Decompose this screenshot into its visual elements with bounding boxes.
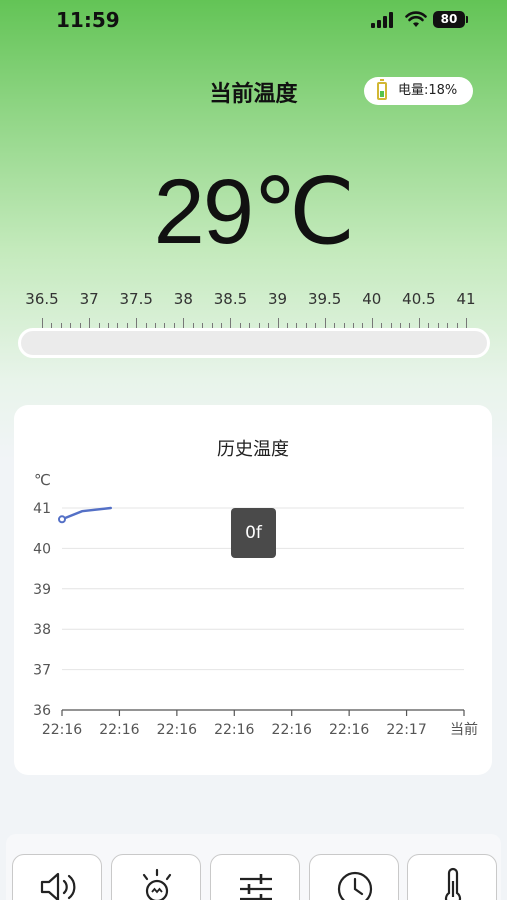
scale-label: 39.5 xyxy=(307,290,342,308)
scale-tick xyxy=(466,318,467,328)
y-tick-label: 37 xyxy=(33,663,51,679)
y-tick-label: 41 xyxy=(33,501,51,517)
y-tick-label: 38 xyxy=(33,622,51,638)
power-label: 电量:18% xyxy=(398,83,458,98)
x-tick-label: 22:16 xyxy=(214,722,254,738)
x-tick-label: 22:16 xyxy=(42,722,82,738)
scale-tick xyxy=(230,318,232,328)
scale-label: 38.5 xyxy=(213,290,248,308)
y-tick-label: 40 xyxy=(33,541,51,557)
light-button[interactable] xyxy=(111,854,201,900)
battery-icon: 80 xyxy=(433,11,468,28)
scale-tick xyxy=(371,318,373,328)
wifi-icon xyxy=(405,11,427,27)
y-axis-unit: ℃ xyxy=(34,471,51,489)
history-chart[interactable]: ℃ 36 37 38 39 40 41 22:16 22:16 22:16 22:16 22:16 22… xyxy=(14,405,492,775)
device-battery-icon xyxy=(377,79,387,100)
temperature-progress-bar xyxy=(18,328,490,358)
scale-tick xyxy=(324,318,326,328)
scale-label: 37.5 xyxy=(119,290,153,308)
clock-icon xyxy=(337,871,373,900)
scale-label: 40.5 xyxy=(402,290,436,308)
scale-label: 39 xyxy=(268,290,288,308)
temperature-button[interactable] xyxy=(407,854,497,900)
status-time: 11:59 xyxy=(56,8,120,32)
scale-tick xyxy=(418,318,420,328)
scale-label: 41 xyxy=(456,290,476,308)
scale-tick xyxy=(277,318,279,328)
sound-button[interactable] xyxy=(12,854,102,900)
scale-label: 38 xyxy=(173,290,193,308)
x-tick-label: 22:16 xyxy=(329,722,369,738)
bottom-toolbar xyxy=(6,834,501,900)
power-badge: 电量:18% xyxy=(364,77,473,105)
sliders-icon xyxy=(240,874,272,900)
y-tick-label: 39 xyxy=(33,582,51,598)
thermometer-icon xyxy=(444,867,462,900)
cellular-signal-icon xyxy=(371,12,397,28)
scale-tick xyxy=(42,318,43,328)
settings-button[interactable] xyxy=(210,854,300,900)
history-card: 历史温度 ℃ 36 37 38 39 40 41 22:16 22:16 22:16 22:16 22… xyxy=(14,405,492,775)
scale-tick xyxy=(136,318,138,328)
current-temperature: 29℃ xyxy=(153,161,356,263)
bulb-icon xyxy=(142,868,172,900)
history-button[interactable] xyxy=(309,854,399,900)
series-line xyxy=(60,506,112,521)
scale-label: 40 xyxy=(362,290,382,308)
speaker-icon xyxy=(40,872,76,900)
series-point xyxy=(58,515,66,524)
y-tick-label: 36 xyxy=(33,703,51,719)
chart-tooltip: 0f xyxy=(231,508,276,558)
x-tick-label: 22:16 xyxy=(99,722,139,738)
x-tick-label: 22:16 xyxy=(157,722,197,738)
status-bar: 11:59 80 xyxy=(0,0,507,40)
x-tick-label: 22:17 xyxy=(386,722,426,738)
scale-label: 37 xyxy=(79,290,99,308)
scale-tick xyxy=(183,318,185,328)
scale-label: 36.5 xyxy=(25,290,59,308)
temperature-scale: 36.5 37 37.5 38 38.5 39 39.5 40 40.5 41 xyxy=(0,290,507,330)
x-tick-label: 22:16 xyxy=(272,722,312,738)
x-tick-label: 当前 xyxy=(450,721,478,738)
scale-tick xyxy=(89,318,91,328)
